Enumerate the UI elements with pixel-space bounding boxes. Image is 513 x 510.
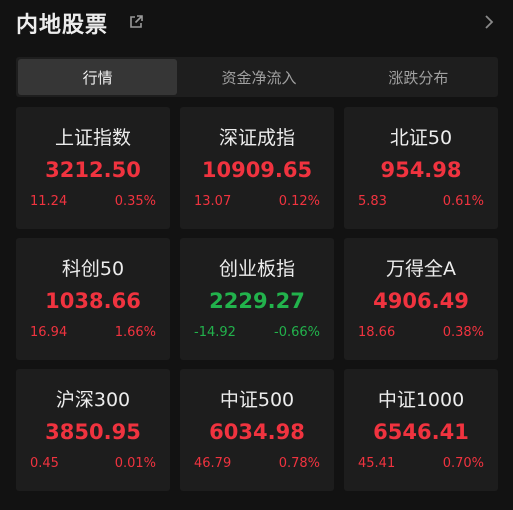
- index-card[interactable]: 创业板指 2229.27 -14.92 -0.66%: [180, 238, 334, 360]
- index-change-percent: 0.61%: [442, 194, 484, 209]
- index-change-percent: 1.66%: [114, 325, 156, 340]
- index-card[interactable]: 上证指数 3212.50 11.24 0.35%: [16, 107, 170, 229]
- section-header: 内地股票: [0, 0, 513, 44]
- index-price: 10909.65: [201, 158, 313, 182]
- index-change-percent: 0.12%: [278, 194, 320, 209]
- index-price: 954.98: [380, 158, 462, 182]
- index-card[interactable]: 沪深300 3850.95 0.45 0.01%: [16, 369, 170, 491]
- index-change: 5.83: [358, 194, 387, 209]
- index-name: 科创50: [61, 258, 125, 280]
- index-change: 13.07: [194, 194, 232, 209]
- index-change-percent: 0.78%: [278, 456, 320, 471]
- index-change: 0.45: [30, 456, 59, 471]
- index-change-percent: 0.70%: [442, 456, 484, 471]
- external-link-icon[interactable]: [128, 14, 144, 30]
- index-name: 万得全A: [386, 258, 456, 280]
- index-change: 45.41: [358, 456, 396, 471]
- index-price: 2229.27: [209, 289, 305, 313]
- index-grid: 上证指数 3212.50 11.24 0.35% 深证成指 10909.65 1…: [16, 107, 498, 491]
- tab-market[interactable]: 行情: [18, 59, 178, 95]
- index-card[interactable]: 万得全A 4906.49 18.66 0.38%: [344, 238, 498, 360]
- section-title: 内地股票: [16, 13, 109, 38]
- index-change: 18.66: [358, 325, 396, 340]
- chevron-right-icon[interactable]: [481, 13, 497, 31]
- index-name: 上证指数: [54, 127, 131, 149]
- index-change-percent: 0.38%: [442, 325, 484, 340]
- index-change-percent: 0.35%: [114, 194, 156, 209]
- index-name: 中证500: [219, 389, 295, 411]
- index-change: 46.79: [194, 456, 232, 471]
- index-name: 中证1000: [377, 389, 465, 411]
- index-change: 16.94: [30, 325, 68, 340]
- index-price: 1038.66: [45, 289, 141, 313]
- index-change: -14.92: [194, 325, 236, 340]
- index-name: 创业板指: [218, 258, 295, 280]
- index-card[interactable]: 北证50 954.98 5.83 0.61%: [344, 107, 498, 229]
- index-price: 3212.50: [45, 158, 141, 182]
- index-price: 6034.98: [209, 420, 305, 444]
- index-price: 4906.49: [373, 289, 469, 313]
- index-name: 深证成指: [218, 127, 295, 149]
- tab-bar: 行情 资金净流入 涨跌分布: [16, 57, 498, 97]
- tab-distribution[interactable]: 涨跌分布: [339, 57, 498, 97]
- index-price: 6546.41: [373, 420, 469, 444]
- index-card[interactable]: 中证500 6034.98 46.79 0.78%: [180, 369, 334, 491]
- index-name: 沪深300: [55, 389, 131, 411]
- index-name: 北证50: [389, 127, 453, 149]
- index-card[interactable]: 科创50 1038.66 16.94 1.66%: [16, 238, 170, 360]
- index-price: 3850.95: [45, 420, 141, 444]
- tab-net-inflow[interactable]: 资金净流入: [179, 57, 338, 97]
- index-change-percent: 0.01%: [114, 456, 156, 471]
- index-change: 11.24: [30, 194, 68, 209]
- index-card[interactable]: 中证1000 6546.41 45.41 0.70%: [344, 369, 498, 491]
- index-card[interactable]: 深证成指 10909.65 13.07 0.12%: [180, 107, 334, 229]
- index-change-percent: -0.66%: [274, 325, 320, 340]
